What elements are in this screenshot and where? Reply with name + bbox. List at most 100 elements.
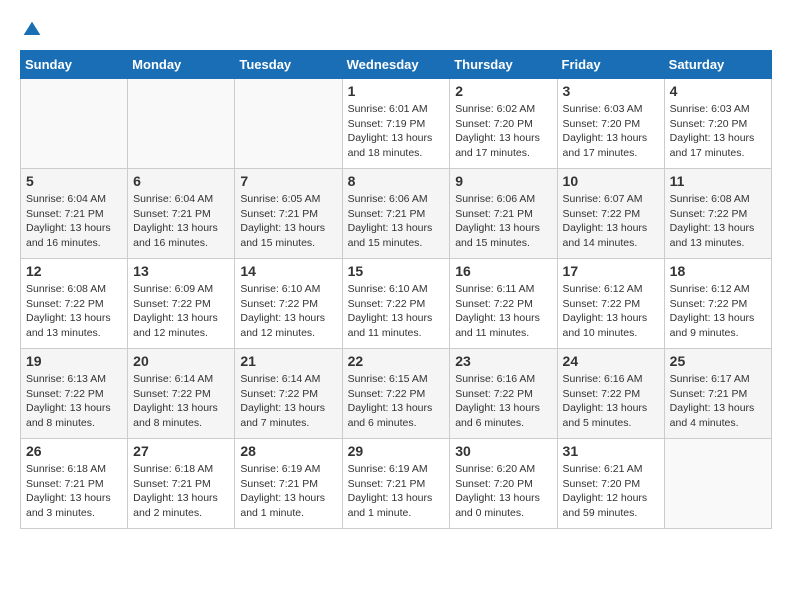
day-number: 29 <box>348 443 445 459</box>
day-header-friday: Friday <box>557 51 664 79</box>
day-info: Sunrise: 6:19 AM Sunset: 7:21 PM Dayligh… <box>348 462 445 521</box>
day-number: 14 <box>240 263 336 279</box>
calendar-cell: 6 Sunrise: 6:04 AM Sunset: 7:21 PM Daylig… <box>128 169 235 259</box>
day-info: Sunrise: 6:11 AM Sunset: 7:22 PM Dayligh… <box>455 282 551 341</box>
calendar-cell: 8 Sunrise: 6:06 AM Sunset: 7:21 PM Daylig… <box>342 169 450 259</box>
calendar-cell: 31Sunrise: 6:21 AM Sunset: 7:20 PM Dayli… <box>557 439 664 529</box>
day-info: Sunrise: 6:04 AM Sunset: 7:21 PM Dayligh… <box>26 192 122 251</box>
day-number: 20 <box>133 353 229 369</box>
day-number: 22 <box>348 353 445 369</box>
day-number: 10 <box>563 173 659 189</box>
calendar-table: SundayMondayTuesdayWednesdayThursdayFrid… <box>20 50 772 529</box>
logo <box>20 20 42 40</box>
day-info: Sunrise: 6:06 AM Sunset: 7:21 PM Dayligh… <box>455 192 551 251</box>
day-number: 19 <box>26 353 122 369</box>
day-info: Sunrise: 6:16 AM Sunset: 7:22 PM Dayligh… <box>455 372 551 431</box>
day-info: Sunrise: 6:03 AM Sunset: 7:20 PM Dayligh… <box>670 102 766 161</box>
day-number: 25 <box>670 353 766 369</box>
day-info: Sunrise: 6:03 AM Sunset: 7:20 PM Dayligh… <box>563 102 659 161</box>
calendar-cell: 7 Sunrise: 6:05 AM Sunset: 7:21 PM Daylig… <box>235 169 342 259</box>
day-number: 31 <box>563 443 659 459</box>
calendar-cell: 19 Sunrise: 6:13 AM Sunset: 7:22 PM Dayli… <box>21 349 128 439</box>
calendar-cell: 25Sunrise: 6:17 AM Sunset: 7:21 PM Dayli… <box>664 349 771 439</box>
calendar-cell <box>664 439 771 529</box>
day-number: 30 <box>455 443 551 459</box>
calendar-cell: 18 Sunrise: 6:12 AM Sunset: 7:22 PM Dayli… <box>664 259 771 349</box>
calendar-cell <box>235 79 342 169</box>
calendar-cell: 16 Sunrise: 6:11 AM Sunset: 7:22 PM Dayli… <box>450 259 557 349</box>
day-info: Sunrise: 6:10 AM Sunset: 7:22 PM Dayligh… <box>348 282 445 341</box>
day-info: Sunrise: 6:08 AM Sunset: 7:22 PM Dayligh… <box>26 282 122 341</box>
day-number: 27 <box>133 443 229 459</box>
day-number: 5 <box>26 173 122 189</box>
day-header-thursday: Thursday <box>450 51 557 79</box>
day-number: 8 <box>348 173 445 189</box>
calendar-cell: 15 Sunrise: 6:10 AM Sunset: 7:22 PM Dayli… <box>342 259 450 349</box>
day-info: Sunrise: 6:05 AM Sunset: 7:21 PM Dayligh… <box>240 192 336 251</box>
day-header-saturday: Saturday <box>664 51 771 79</box>
calendar-cell: 10Sunrise: 6:07 AM Sunset: 7:22 PM Dayli… <box>557 169 664 259</box>
calendar-cell: 4 Sunrise: 6:03 AM Sunset: 7:20 PM Daylig… <box>664 79 771 169</box>
calendar-week-row: 5 Sunrise: 6:04 AM Sunset: 7:21 PM Daylig… <box>21 169 772 259</box>
day-header-tuesday: Tuesday <box>235 51 342 79</box>
calendar-cell: 13 Sunrise: 6:09 AM Sunset: 7:22 PM Dayli… <box>128 259 235 349</box>
day-number: 2 <box>455 83 551 99</box>
calendar-cell: 1 Sunrise: 6:01 AM Sunset: 7:19 PM Daylig… <box>342 79 450 169</box>
calendar-cell: 26 Sunrise: 6:18 AM Sunset: 7:21 PM Dayli… <box>21 439 128 529</box>
day-info: Sunrise: 6:16 AM Sunset: 7:22 PM Dayligh… <box>563 372 659 431</box>
calendar-cell: 20 Sunrise: 6:14 AM Sunset: 7:22 PM Dayli… <box>128 349 235 439</box>
logo-icon <box>22 20 42 40</box>
calendar-cell: 24 Sunrise: 6:16 AM Sunset: 7:22 PM Dayli… <box>557 349 664 439</box>
day-info: Sunrise: 6:02 AM Sunset: 7:20 PM Dayligh… <box>455 102 551 161</box>
day-number: 13 <box>133 263 229 279</box>
day-info: Sunrise: 6:20 AM Sunset: 7:20 PM Dayligh… <box>455 462 551 521</box>
calendar-header: SundayMondayTuesdayWednesdayThursdayFrid… <box>21 51 772 79</box>
day-number: 16 <box>455 263 551 279</box>
day-info: Sunrise: 6:09 AM Sunset: 7:22 PM Dayligh… <box>133 282 229 341</box>
calendar-cell: 14 Sunrise: 6:10 AM Sunset: 7:22 PM Dayli… <box>235 259 342 349</box>
calendar-cell: 30 Sunrise: 6:20 AM Sunset: 7:20 PM Dayli… <box>450 439 557 529</box>
day-number: 6 <box>133 173 229 189</box>
day-number: 4 <box>670 83 766 99</box>
calendar-cell: 12 Sunrise: 6:08 AM Sunset: 7:22 PM Dayli… <box>21 259 128 349</box>
day-info: Sunrise: 6:14 AM Sunset: 7:22 PM Dayligh… <box>133 372 229 431</box>
day-headers-row: SundayMondayTuesdayWednesdayThursdayFrid… <box>21 51 772 79</box>
day-header-wednesday: Wednesday <box>342 51 450 79</box>
calendar-week-row: 26 Sunrise: 6:18 AM Sunset: 7:21 PM Dayli… <box>21 439 772 529</box>
calendar-cell: 23 Sunrise: 6:16 AM Sunset: 7:22 PM Dayli… <box>450 349 557 439</box>
day-header-sunday: Sunday <box>21 51 128 79</box>
day-number: 18 <box>670 263 766 279</box>
day-info: Sunrise: 6:13 AM Sunset: 7:22 PM Dayligh… <box>26 372 122 431</box>
day-number: 28 <box>240 443 336 459</box>
day-number: 21 <box>240 353 336 369</box>
calendar-cell: 22Sunrise: 6:15 AM Sunset: 7:22 PM Dayli… <box>342 349 450 439</box>
page-header <box>20 20 772 40</box>
day-number: 12 <box>26 263 122 279</box>
day-info: Sunrise: 6:10 AM Sunset: 7:22 PM Dayligh… <box>240 282 336 341</box>
day-number: 15 <box>348 263 445 279</box>
day-info: Sunrise: 6:14 AM Sunset: 7:22 PM Dayligh… <box>240 372 336 431</box>
day-number: 7 <box>240 173 336 189</box>
day-info: Sunrise: 6:18 AM Sunset: 7:21 PM Dayligh… <box>26 462 122 521</box>
day-number: 23 <box>455 353 551 369</box>
day-info: Sunrise: 6:12 AM Sunset: 7:22 PM Dayligh… <box>563 282 659 341</box>
day-info: Sunrise: 6:06 AM Sunset: 7:21 PM Dayligh… <box>348 192 445 251</box>
day-info: Sunrise: 6:01 AM Sunset: 7:19 PM Dayligh… <box>348 102 445 161</box>
calendar-cell: 29 Sunrise: 6:19 AM Sunset: 7:21 PM Dayli… <box>342 439 450 529</box>
day-number: 26 <box>26 443 122 459</box>
day-number: 9 <box>455 173 551 189</box>
day-number: 1 <box>348 83 445 99</box>
day-number: 24 <box>563 353 659 369</box>
logo-text <box>20 20 42 40</box>
calendar-cell: 17 Sunrise: 6:12 AM Sunset: 7:22 PM Dayli… <box>557 259 664 349</box>
calendar-week-row: 1 Sunrise: 6:01 AM Sunset: 7:19 PM Daylig… <box>21 79 772 169</box>
calendar-week-row: 19 Sunrise: 6:13 AM Sunset: 7:22 PM Dayli… <box>21 349 772 439</box>
day-number: 17 <box>563 263 659 279</box>
day-info: Sunrise: 6:12 AM Sunset: 7:22 PM Dayligh… <box>670 282 766 341</box>
day-info: Sunrise: 6:19 AM Sunset: 7:21 PM Dayligh… <box>240 462 336 521</box>
calendar-cell: 2 Sunrise: 6:02 AM Sunset: 7:20 PM Daylig… <box>450 79 557 169</box>
day-info: Sunrise: 6:04 AM Sunset: 7:21 PM Dayligh… <box>133 192 229 251</box>
calendar-cell: 21 Sunrise: 6:14 AM Sunset: 7:22 PM Dayli… <box>235 349 342 439</box>
day-number: 11 <box>670 173 766 189</box>
calendar-cell: 3Sunrise: 6:03 AM Sunset: 7:20 PM Daylig… <box>557 79 664 169</box>
